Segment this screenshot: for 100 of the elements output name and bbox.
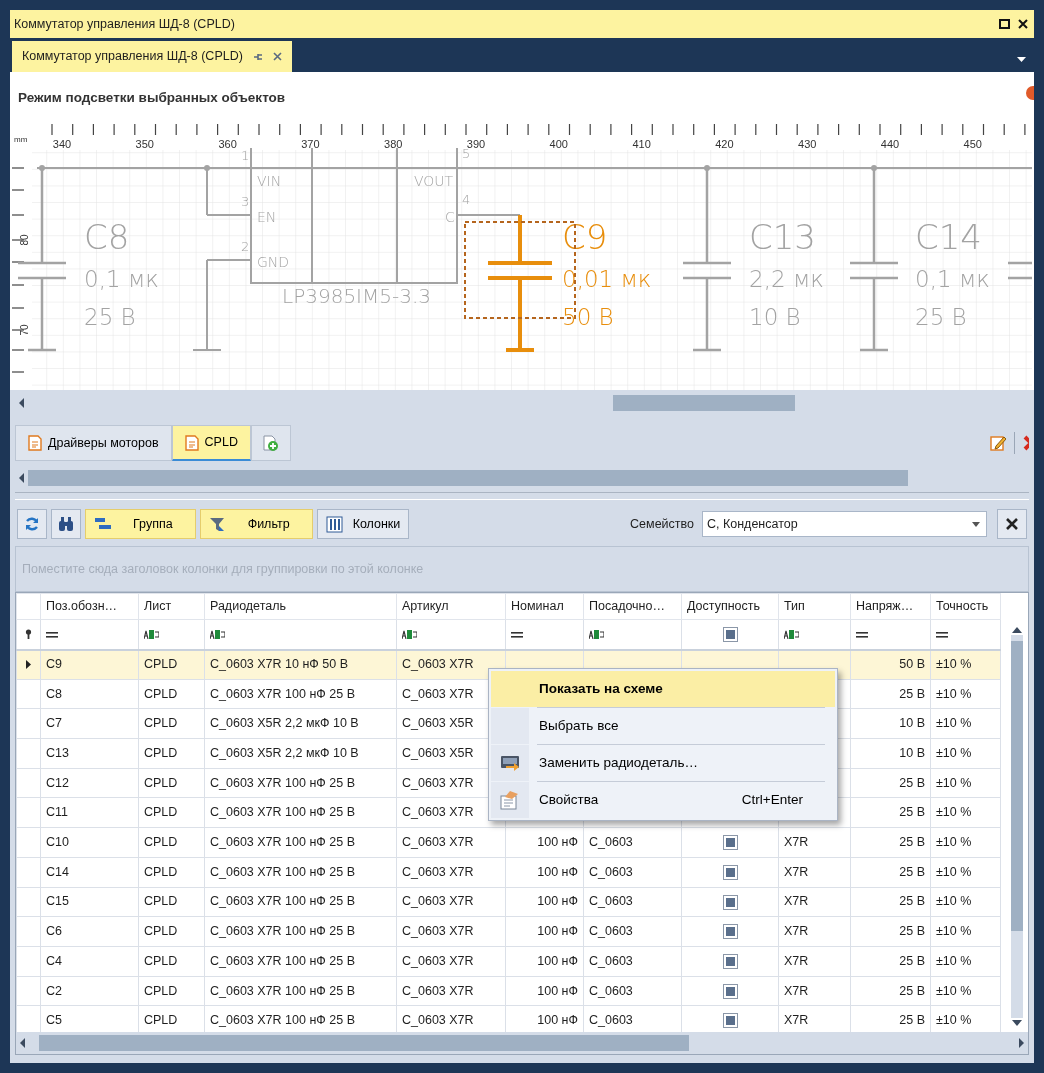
column-header[interactable]: Напряж… bbox=[850, 593, 931, 620]
refresh-button[interactable] bbox=[17, 509, 47, 539]
search-button[interactable] bbox=[51, 509, 81, 539]
properties-icon bbox=[500, 790, 520, 810]
table-row[interactable]: C6 CPLD C_0603 X7R 100 нФ 25 В C_0603 X7R 100 нФ C_0603 X7R 25 В ±10 % bbox=[16, 916, 1001, 947]
clear-button[interactable] bbox=[997, 509, 1027, 539]
table-cell: CPLD bbox=[138, 649, 205, 680]
close-icon[interactable] bbox=[1018, 19, 1028, 29]
table-cell: 100 нФ bbox=[505, 916, 584, 947]
text-filter-icon[interactable] bbox=[144, 630, 159, 640]
table-row[interactable]: C15 CPLD C_0603 X7R 100 нФ 25 В C_0603 X7R 100 нФ C_0603 X7R 25 В ±10 % bbox=[16, 887, 1001, 917]
table-cell: X7R bbox=[778, 976, 851, 1006]
table-cell: CPLD bbox=[138, 768, 205, 798]
sheet-tab[interactable]: Драйверы моторов bbox=[15, 425, 172, 461]
sheet-icon bbox=[28, 435, 42, 451]
checkbox[interactable] bbox=[722, 954, 738, 970]
add-sheet-button[interactable] bbox=[250, 425, 291, 461]
column-header[interactable]: Радиодеталь bbox=[204, 593, 397, 620]
table-row[interactable]: C2 CPLD C_0603 X7R 100 нФ 25 В C_0603 X7R 100 нФ C_0603 X7R 25 В ±10 % bbox=[16, 976, 1001, 1006]
column-header[interactable]: Номинал bbox=[505, 593, 584, 620]
checkbox[interactable] bbox=[722, 835, 738, 851]
column-header[interactable]: Поз.обозн… bbox=[40, 593, 139, 620]
pin-name-label: VOUT bbox=[414, 173, 454, 189]
document-tab[interactable]: Коммутатор управления ШД-8 (CPLD) bbox=[12, 41, 292, 72]
scroll-down-icon[interactable] bbox=[1012, 1020, 1022, 1026]
table-cell: C_0603 X7R bbox=[396, 827, 506, 858]
refresh-icon[interactable] bbox=[24, 516, 40, 532]
table-cell: X7R bbox=[778, 916, 851, 947]
table-row[interactable]: C4 CPLD C_0603 X7R 100 нФ 25 В C_0603 X7R 100 нФ C_0603 X7R 25 В ±10 % bbox=[16, 946, 1001, 977]
column-header[interactable]: Доступность bbox=[681, 593, 779, 620]
scroll-right-icon[interactable] bbox=[1019, 1038, 1024, 1048]
group-button[interactable]: Группа bbox=[85, 509, 196, 539]
filter-button[interactable]: Фильтр bbox=[199, 509, 313, 539]
text-filter-icon[interactable] bbox=[210, 630, 225, 640]
table-cell: 100 нФ bbox=[505, 887, 584, 917]
checkbox[interactable] bbox=[722, 924, 738, 940]
columns-icon[interactable] bbox=[325, 515, 343, 533]
dropdown-icon[interactable] bbox=[972, 521, 980, 527]
dropdown-icon[interactable] bbox=[1017, 57, 1026, 62]
column-header[interactable]: Лист bbox=[138, 593, 205, 620]
column-header[interactable]: Посадочно… bbox=[583, 593, 682, 620]
table-cell: 25 В bbox=[850, 857, 931, 887]
table-cell: 25 В bbox=[850, 916, 931, 947]
capacitance-label: 0,01 мк bbox=[562, 266, 652, 292]
scrollbar[interactable] bbox=[1011, 635, 1023, 1018]
checkbox[interactable] bbox=[722, 1013, 738, 1029]
capacitance-label: 0,1 мк bbox=[915, 266, 990, 292]
scroll-left-icon[interactable] bbox=[20, 1038, 25, 1048]
equals-icon[interactable] bbox=[511, 631, 523, 638]
columns-button[interactable]: Колонки bbox=[316, 509, 410, 539]
maximize-icon[interactable] bbox=[999, 19, 1010, 29]
add-sheet-icon[interactable] bbox=[262, 435, 279, 451]
scrollbar-thumb[interactable] bbox=[39, 1035, 689, 1051]
table-row[interactable]: C14 CPLD C_0603 X7R 100 нФ 25 В C_0603 X7R 100 нФ C_0603 X7R 25 В ±10 % bbox=[16, 857, 1001, 887]
table-cell: X7R bbox=[778, 946, 851, 977]
table-cell: C_0603 X7R 100 нФ 25 В bbox=[204, 797, 397, 828]
close-icon[interactable] bbox=[1006, 518, 1018, 530]
junction-dot bbox=[204, 165, 210, 171]
checkbox[interactable] bbox=[722, 627, 738, 643]
scrollbar-thumb[interactable] bbox=[613, 395, 795, 411]
column-header[interactable]: Артикул bbox=[396, 593, 506, 620]
table-row[interactable]: C10 CPLD C_0603 X7R 100 нФ 25 В C_0603 X7R 100 нФ C_0603 X7R 25 В ±10 % bbox=[16, 827, 1001, 858]
scroll-left-icon[interactable] bbox=[19, 398, 24, 408]
equals-icon[interactable] bbox=[856, 631, 868, 638]
family-dropdown[interactable]: С, Конденсатор bbox=[702, 511, 987, 537]
menu-item[interactable]: Показать на схеме bbox=[491, 671, 835, 707]
mode-heading: Режим подсветки выбранных объектов bbox=[18, 90, 286, 105]
column-header[interactable]: Точность bbox=[930, 593, 1001, 620]
checkbox[interactable] bbox=[722, 983, 738, 999]
table-cell: ±10 % bbox=[930, 649, 1001, 680]
ruler-label: 430 bbox=[798, 138, 817, 150]
scroll-up-icon[interactable] bbox=[1012, 627, 1022, 633]
sheet-tab[interactable]: CPLD bbox=[171, 425, 251, 461]
edit-icon[interactable] bbox=[990, 435, 1006, 451]
junction-dot bbox=[704, 165, 710, 171]
field-label: Семейство bbox=[630, 515, 694, 533]
table-cell: C_0603 bbox=[583, 916, 682, 947]
column-header[interactable]: Тип bbox=[778, 593, 851, 620]
equals-icon[interactable] bbox=[46, 631, 58, 638]
text-filter-icon[interactable] bbox=[589, 630, 604, 640]
pin-name-label: GND bbox=[257, 254, 290, 270]
table-cell: ±10 % bbox=[930, 827, 1001, 858]
text-filter-icon[interactable] bbox=[784, 630, 799, 640]
ruler-label: 370 bbox=[301, 138, 320, 150]
checkbox[interactable] bbox=[722, 894, 738, 910]
filter-icon[interactable] bbox=[208, 515, 226, 533]
pin-icon[interactable] bbox=[252, 51, 263, 62]
binoculars-icon[interactable] bbox=[58, 516, 74, 532]
table-cell: ±10 % bbox=[930, 708, 1001, 739]
table-cell: C_0603 X7R 100 нФ 25 В bbox=[204, 946, 397, 977]
checkbox[interactable] bbox=[722, 865, 738, 880]
scrollbar-thumb[interactable] bbox=[1011, 641, 1023, 931]
table-cell: C14 bbox=[40, 857, 139, 887]
scroll-left-icon[interactable] bbox=[19, 473, 24, 483]
table-cell: C_0603 X7R 100 нФ 25 В bbox=[204, 857, 397, 887]
table-cell: 100 нФ bbox=[505, 827, 584, 858]
text-filter-icon[interactable] bbox=[402, 630, 417, 640]
ruler-label: 410 bbox=[632, 138, 651, 150]
table-cell: C12 bbox=[40, 768, 139, 798]
equals-icon[interactable] bbox=[936, 631, 948, 638]
